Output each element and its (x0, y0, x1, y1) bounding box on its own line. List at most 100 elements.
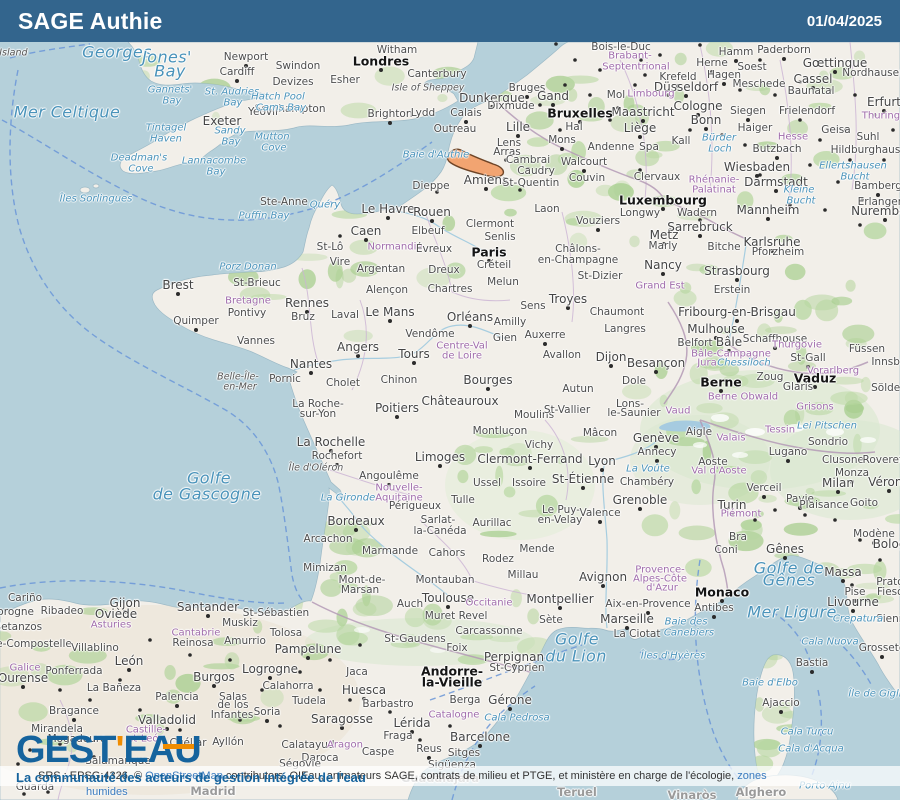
vegetation-patch (651, 140, 680, 152)
vegetation-patch (333, 560, 358, 576)
city-dot (662, 242, 666, 246)
city-dot (228, 658, 232, 662)
city-dot (633, 83, 637, 87)
city-dot (427, 756, 431, 760)
city-dot (646, 611, 650, 615)
city-dot (72, 718, 76, 722)
logo-orange-bar (163, 744, 194, 749)
humides-link[interactable]: humides (86, 786, 128, 798)
city-dot (244, 64, 248, 68)
vegetation-patch (18, 702, 48, 722)
city-dot (329, 449, 333, 453)
city-dot (354, 528, 358, 532)
city-dot (306, 656, 310, 660)
vegetation-patch (844, 391, 858, 405)
city-dot (688, 128, 692, 132)
city-dot (608, 118, 612, 122)
city-dot (551, 103, 555, 107)
city-dot (601, 584, 605, 588)
vegetation-patch (454, 444, 477, 465)
vegetation-patch (699, 264, 719, 275)
city-dot (654, 445, 658, 449)
city-dot (625, 626, 629, 630)
city-dot (658, 53, 662, 57)
city-dot (853, 93, 857, 97)
vegetation-patch (813, 151, 840, 168)
vegetation-patch (535, 494, 559, 517)
vegetation-patch (754, 697, 765, 712)
city-dot (616, 106, 620, 110)
city-dot (362, 697, 366, 701)
vegetation-patch (164, 665, 176, 680)
vegetation-patch (227, 715, 261, 722)
vegetation-patch (808, 102, 832, 110)
vegetation-patch (530, 94, 566, 106)
city-dot (798, 80, 802, 84)
vegetation-patch (495, 465, 504, 488)
city-dot (836, 180, 840, 184)
vegetation-patch (787, 361, 817, 372)
city-dot (643, 73, 647, 77)
vegetation-patch (635, 109, 649, 126)
city-dot (148, 638, 152, 642)
city-dot (356, 354, 360, 358)
vegetation-patch (474, 446, 493, 454)
vegetation-patch (805, 487, 815, 495)
vegetation-patch (569, 232, 588, 251)
vegetation-patch (338, 582, 359, 591)
city-dot (138, 708, 142, 712)
vegetation-patch (741, 519, 763, 540)
city-dot (581, 486, 585, 490)
city-dot (746, 118, 750, 122)
city-dot (833, 70, 837, 74)
header-bar: SAGE Authie 01/04/2025 (0, 0, 900, 42)
header-date: 01/04/2025 (806, 12, 882, 30)
city-dot (88, 698, 92, 702)
vegetation-patch (260, 687, 284, 708)
city-dot (743, 143, 747, 147)
vegetation-patch (641, 514, 669, 537)
city-dot (348, 698, 352, 702)
vegetation-patch (504, 457, 529, 467)
city-dot (730, 512, 734, 516)
city-dot (58, 688, 62, 692)
city-dot (848, 158, 852, 162)
city-dot (490, 105, 494, 109)
city-dot (828, 88, 832, 92)
vegetation-patch (745, 84, 771, 91)
city-dot (661, 207, 665, 211)
city-dot (538, 103, 542, 107)
city-dot (268, 676, 272, 680)
city-dot (638, 135, 642, 139)
vegetation-patch (784, 263, 806, 281)
city-dot (661, 272, 665, 276)
map-viewport[interactable]: t IslandGeorgesJones'BayNewportCardiffSw… (0, 0, 900, 800)
vegetation-patch (571, 141, 586, 163)
city-dot (560, 147, 564, 151)
zones-link[interactable]: zones (737, 770, 766, 782)
vegetation-patch (527, 608, 540, 625)
vegetation-patch (499, 447, 515, 457)
city-dot (278, 724, 282, 728)
scilly-isles (79, 186, 91, 194)
city-dot (823, 208, 827, 212)
vegetation-patch (224, 652, 240, 670)
city-dot (773, 93, 777, 97)
vegetation-patch (504, 208, 517, 217)
vegetation-patch (728, 482, 759, 504)
vegetation-patch (567, 169, 586, 188)
city-dot (880, 655, 884, 659)
vegetation-patch (78, 607, 108, 615)
vegetation-patch (853, 50, 866, 63)
vegetation-patch (711, 465, 743, 474)
city-dot (798, 506, 802, 510)
city-dot (684, 94, 688, 98)
city-dot (728, 163, 732, 167)
city-dot (727, 349, 731, 353)
vegetation-patch (855, 582, 891, 590)
vegetation-patch (579, 114, 603, 122)
city-dot (813, 385, 817, 389)
vegetation-patch (645, 151, 663, 159)
vegetation-patch (442, 215, 456, 232)
city-dot (676, 84, 680, 88)
